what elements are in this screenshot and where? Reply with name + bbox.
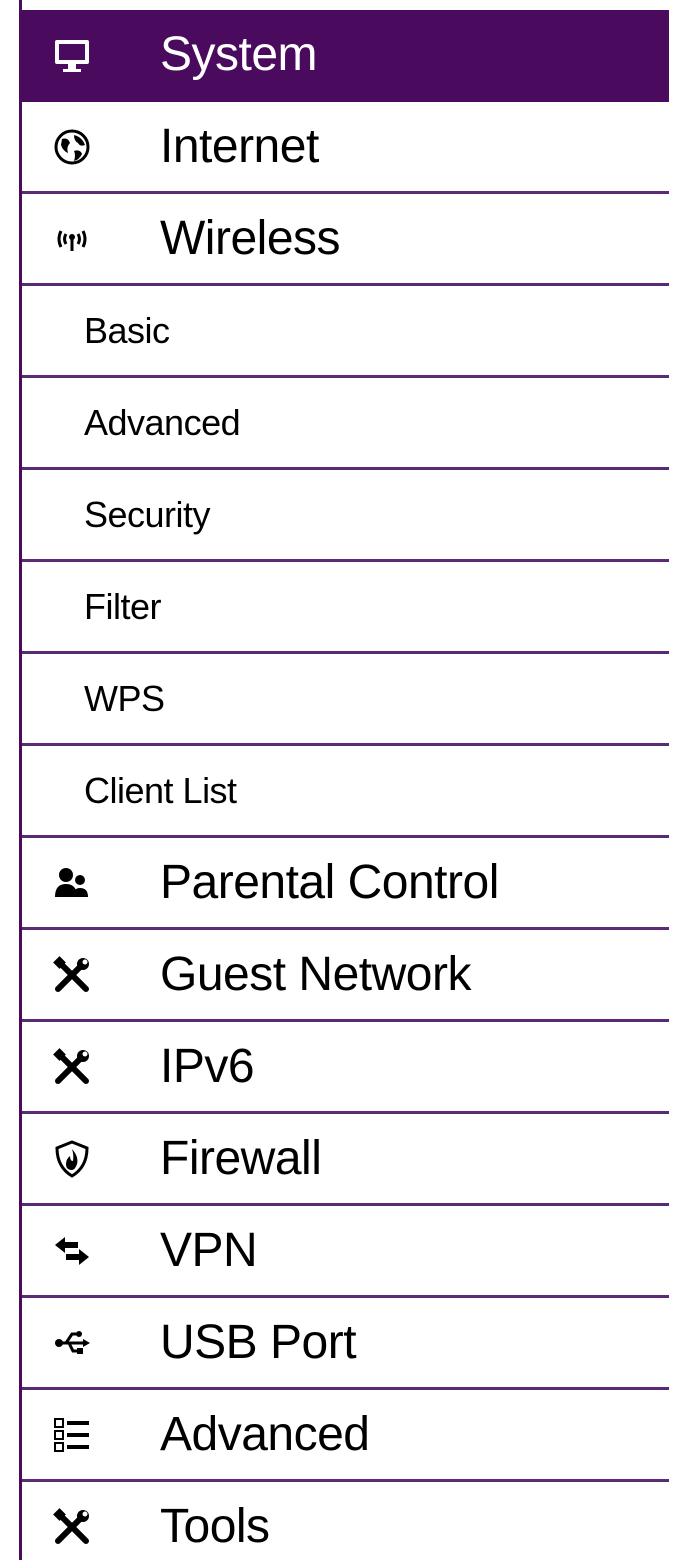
sidebar-item-label: Wireless	[160, 212, 341, 265]
users-icon	[52, 863, 92, 903]
submenu-item-label: Filter	[84, 585, 162, 627]
submenu-item-label: WPS	[84, 677, 165, 719]
tools-icon	[52, 955, 92, 995]
sidebar-item-label: Advanced	[160, 1408, 370, 1461]
sidebar-item-firewall[interactable]: Firewall	[22, 1114, 669, 1206]
submenu-item-security[interactable]: Security	[22, 470, 669, 562]
sidebar-item-usb-port[interactable]: USB Port	[22, 1298, 669, 1390]
sidebar-item-guest-network[interactable]: Guest Network	[22, 930, 669, 1022]
sidebar-item-internet[interactable]: Internet	[22, 102, 669, 194]
exchange-arrows-icon	[52, 1231, 92, 1271]
sidebar-item-label: Internet	[160, 120, 319, 173]
monitor-icon	[52, 35, 92, 75]
submenu-item-client-list[interactable]: Client List	[22, 746, 669, 838]
submenu-item-basic[interactable]: Basic	[22, 286, 669, 378]
usb-icon	[52, 1323, 92, 1363]
submenu-item-filter[interactable]: Filter	[22, 562, 669, 654]
submenu-item-wps[interactable]: WPS	[22, 654, 669, 746]
sidebar-item-label: System	[160, 28, 318, 81]
sidebar-item-label: Parental Control	[160, 856, 499, 909]
sidebar-item-label: Guest Network	[160, 948, 471, 1001]
submenu-item-label: Advanced	[84, 401, 241, 443]
list-icon	[52, 1415, 92, 1455]
wireless-icon	[52, 219, 92, 259]
sidebar-item-parental-control[interactable]: Parental Control	[22, 838, 669, 930]
router-admin-page: System Internet Wireless Basic Advanced …	[0, 0, 678, 1560]
submenu-item-label: Security	[84, 493, 211, 535]
sidebar-item-ipv6[interactable]: IPv6	[22, 1022, 669, 1114]
sidebar-item-advanced[interactable]: Advanced	[22, 1390, 669, 1482]
tools-icon	[52, 1507, 92, 1547]
globe-icon	[52, 127, 92, 167]
sidebar-item-tools[interactable]: Tools	[22, 1482, 669, 1560]
shield-fire-icon	[52, 1139, 92, 1179]
submenu-item-advanced[interactable]: Advanced	[22, 378, 669, 470]
sidebar-item-label: IPv6	[160, 1040, 255, 1093]
sidebar-item-label: USB Port	[160, 1316, 357, 1369]
sidebar-menu: System Internet Wireless Basic Advanced …	[22, 10, 669, 1560]
submenu-item-label: Basic	[84, 309, 170, 351]
sidebar-item-label: Tools	[160, 1500, 270, 1553]
sidebar-item-vpn[interactable]: VPN	[22, 1206, 669, 1298]
sidebar-item-wireless[interactable]: Wireless	[22, 194, 669, 286]
tools-icon	[52, 1047, 92, 1087]
submenu-item-label: Client List	[84, 769, 237, 811]
sidebar-item-label: Firewall	[160, 1132, 322, 1185]
sidebar-item-label: VPN	[160, 1224, 258, 1277]
sidebar-item-system[interactable]: System	[22, 10, 669, 102]
